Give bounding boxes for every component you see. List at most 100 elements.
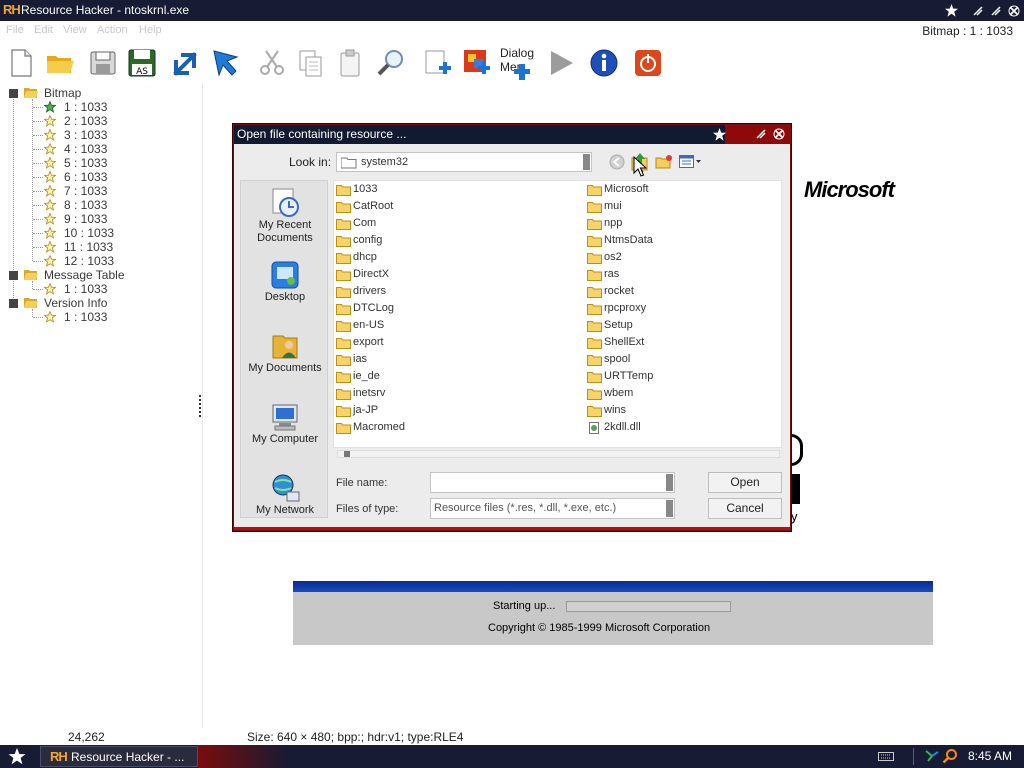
menu-view[interactable]: View [63, 24, 87, 36]
file-name: os2 [604, 251, 622, 263]
folder-icon [587, 338, 602, 349]
splitter-grip[interactable] [199, 395, 202, 420]
tree-item[interactable]: 4 : 1033 [0, 142, 200, 156]
file-type-select[interactable]: Resource files (*.res, *.dll, *.exe, etc… [430, 498, 675, 519]
collapse-icon[interactable] [9, 299, 18, 308]
menu-file[interactable]: File [6, 24, 24, 36]
dropdown-arrow-icon[interactable] [583, 154, 590, 170]
tree-item[interactable]: 8 : 1033 [0, 198, 200, 212]
add-resource-icon[interactable] [422, 47, 454, 79]
close-icon[interactable] [1006, 3, 1021, 18]
help-icon[interactable] [755, 128, 767, 143]
save-icon[interactable] [87, 47, 119, 79]
tree-item[interactable]: 1 : 1033 [0, 282, 200, 296]
star-icon [44, 143, 56, 155]
copy-icon[interactable] [294, 47, 326, 79]
minimize-icon[interactable] [970, 3, 985, 18]
clock: 8:45 AM [968, 749, 1013, 763]
paste-icon[interactable] [334, 47, 366, 79]
star-icon [44, 157, 56, 169]
run-script-icon[interactable] [545, 47, 577, 79]
keyboard-icon[interactable] [878, 750, 894, 762]
find-icon[interactable] [375, 47, 407, 79]
resize-arrow-icon[interactable] [170, 47, 202, 79]
tree-item[interactable]: 6 : 1033 [0, 170, 200, 184]
file-name: NtmsData [604, 234, 653, 246]
star-icon[interactable] [712, 127, 727, 145]
tree-item[interactable]: 2 : 1033 [0, 114, 200, 128]
tree-item[interactable]: 5 : 1033 [0, 156, 200, 170]
open-file-dialog: Open file containing resource ... Look i… [233, 124, 791, 531]
dropdown-arrow-icon[interactable] [666, 500, 673, 517]
file-name-input[interactable] [430, 472, 675, 493]
my-documents-icon [269, 330, 301, 362]
tree-group-label: Version Info [44, 296, 108, 310]
maximize-icon[interactable] [988, 3, 1003, 18]
place-my-network[interactable]: My Network [241, 472, 329, 517]
menu-edit[interactable]: Edit [34, 24, 53, 36]
cancel-button[interactable]: Cancel [708, 498, 782, 519]
collapse-icon[interactable] [9, 271, 18, 280]
taskbar-accent [198, 745, 288, 768]
info-icon[interactable] [588, 47, 620, 79]
add-dialog-icon[interactable] [506, 57, 532, 83]
menu-help[interactable]: Help [139, 24, 162, 36]
tree-group-message-table[interactable]: Message Table [0, 268, 200, 282]
dialog-title: Open file containing resource ... [237, 127, 407, 141]
tree-item[interactable]: 9 : 1033 [0, 212, 200, 226]
star-icon [44, 227, 56, 239]
cut-icon[interactable] [256, 47, 288, 79]
save-as-icon[interactable]: AS [126, 47, 158, 79]
file-name: ShellExt [604, 336, 645, 348]
place-recent-documents[interactable]: My Recent Documents [241, 187, 329, 245]
horizontal-scrollbar[interactable] [337, 450, 780, 458]
tree-item[interactable]: 3 : 1033 [0, 128, 200, 142]
file-name: Microsoft [604, 183, 649, 195]
open-button[interactable]: Open [708, 472, 782, 493]
tray-separator [913, 748, 914, 765]
tree-item[interactable]: 10 : 1033 [0, 226, 200, 240]
taskbar-item-resource-hacker[interactable]: RH Resource Hacker - ... [40, 746, 198, 767]
place-my-computer[interactable]: My Computer [241, 401, 329, 446]
search-icon[interactable] [942, 748, 958, 764]
tree-group-bitmap[interactable]: Bitmap [0, 86, 200, 100]
close-icon[interactable] [773, 128, 785, 143]
folder-icon [587, 406, 602, 417]
new-folder-icon[interactable] [655, 154, 673, 173]
tree-item[interactable]: 7 : 1033 [0, 184, 200, 198]
start-button[interactable] [4, 747, 30, 766]
tree-group-label: Bitmap [44, 86, 82, 100]
add-bitmap-icon[interactable] [461, 47, 493, 79]
file-name: inetsrv [353, 387, 386, 399]
network-icon[interactable] [924, 748, 940, 764]
place-my-documents[interactable]: My Documents [241, 330, 329, 375]
tree-item[interactable]: 12 : 1033 [0, 254, 200, 268]
tree-item-label: 11 : 1033 [64, 240, 114, 254]
status-left: 24,262 [68, 730, 105, 744]
tree-item[interactable]: 11 : 1033 [0, 240, 200, 254]
new-file-icon[interactable] [5, 47, 37, 79]
file-name: ja-JP [353, 404, 379, 416]
dropdown-arrow-icon[interactable] [666, 474, 673, 491]
select-arrow-icon[interactable] [209, 47, 241, 79]
open-folder-icon [24, 270, 38, 280]
open-folder-icon[interactable] [44, 47, 76, 79]
file-name: en-US [353, 319, 385, 331]
collapse-icon[interactable] [9, 89, 18, 98]
taskbar: RH Resource Hacker - ... 8:45 AM [0, 745, 1024, 768]
file-name: Macromed [353, 421, 405, 433]
tree-group-version-info[interactable]: Version Info [0, 296, 200, 310]
place-desktop[interactable]: Desktop [241, 259, 329, 304]
menu-action[interactable]: Action [97, 24, 128, 36]
folder-icon [336, 185, 351, 196]
tree-item[interactable]: 1 : 1033 [0, 100, 200, 114]
exit-icon[interactable] [632, 47, 664, 79]
look-in-combo[interactable]: system32 [336, 152, 592, 172]
star-icon[interactable] [944, 3, 959, 18]
tree-item[interactable]: 1 : 1033 [0, 310, 200, 324]
back-icon[interactable] [609, 154, 625, 173]
scrollbar-thumb[interactable] [344, 451, 350, 457]
view-menu-icon[interactable] [679, 155, 703, 172]
file-name: dhcp [353, 251, 377, 263]
folder-icon [336, 389, 351, 400]
